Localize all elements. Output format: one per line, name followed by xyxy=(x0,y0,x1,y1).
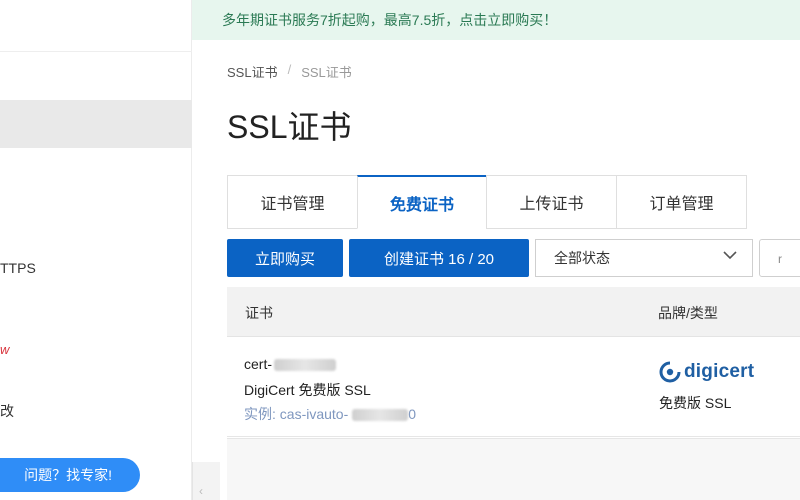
sidebar-item-https[interactable]: TTPS xyxy=(0,260,36,276)
sidebar-item-new[interactable]: w xyxy=(0,342,9,357)
tab-order-management[interactable]: 订单管理 xyxy=(616,175,747,229)
sidebar: TTPS w 改 问题？找专家! xyxy=(0,0,192,500)
page-title: SSL证书 xyxy=(227,109,352,145)
breadcrumb-root[interactable]: SSL证书 xyxy=(227,62,278,81)
status-filter-value: 全部状态 xyxy=(554,250,610,266)
sidebar-header xyxy=(0,0,192,52)
status-filter-select[interactable]: 全部状态 xyxy=(535,239,753,277)
chevron-left-icon: ‹ xyxy=(199,484,203,498)
tab-upload-cert[interactable]: 上传证书 xyxy=(486,175,617,229)
sidebar-item-active[interactable] xyxy=(0,100,192,148)
column-header-brand-type: 品牌/类型 xyxy=(658,305,718,321)
ask-expert-button[interactable]: 问题？找专家! xyxy=(0,458,140,492)
redacted-text xyxy=(274,359,336,372)
breadcrumb-separator: / xyxy=(287,62,292,77)
column-header-cert: 证书 xyxy=(245,305,273,321)
tab-cert-management[interactable]: 证书管理 xyxy=(227,175,358,229)
brand-name: digicert xyxy=(684,361,755,382)
promo-banner-text[interactable]: 多年期证书服务7折起购，最高7.5折，点击立即购买！ xyxy=(222,10,557,30)
cert-name[interactable]: cert- xyxy=(244,356,336,372)
sidebar-collapse-handle[interactable]: ‹ xyxy=(192,462,220,500)
tab-free-certs[interactable]: 免费证书 xyxy=(357,175,487,229)
extra-filter-text: r xyxy=(778,252,782,266)
table-row xyxy=(227,438,800,500)
extra-filter-input[interactable]: r xyxy=(759,239,800,277)
table-row[interactable]: cert- DigiCert 免费版 SSL 实例: cas-ivauto- 0 … xyxy=(227,337,800,437)
cert-instance[interactable]: 实例: cas-ivauto- 0 xyxy=(244,404,416,424)
digicert-logo: digicert xyxy=(659,361,754,383)
cert-instance-suffix: 0 xyxy=(408,406,417,422)
cert-type: 免费版 SSL xyxy=(659,395,732,411)
cert-description: DigiCert 免费版 SSL xyxy=(244,382,371,398)
table-header: 证书 品牌/类型 xyxy=(227,287,800,337)
breadcrumb-current: SSL证书 xyxy=(301,65,352,80)
breadcrumb: SSL证书 / SSL证书 xyxy=(227,62,352,81)
buy-now-button[interactable]: 立即购买 xyxy=(227,239,343,277)
digicert-mark-icon xyxy=(659,361,681,383)
create-cert-button[interactable]: 创建证书 16 / 20 xyxy=(349,239,529,277)
redacted-text xyxy=(352,409,409,422)
tab-bar: 证书管理 免费证书 上传证书 订单管理 xyxy=(227,175,747,229)
sidebar-item-modify[interactable]: 改 xyxy=(0,401,14,421)
cert-name-text: cert- xyxy=(244,356,272,372)
chevron-down-icon xyxy=(723,251,737,260)
cert-instance-text: 实例: cas-ivauto- xyxy=(244,406,349,422)
promo-banner[interactable]: 多年期证书服务7折起购，最高7.5折，点击立即购买！ xyxy=(192,0,800,40)
